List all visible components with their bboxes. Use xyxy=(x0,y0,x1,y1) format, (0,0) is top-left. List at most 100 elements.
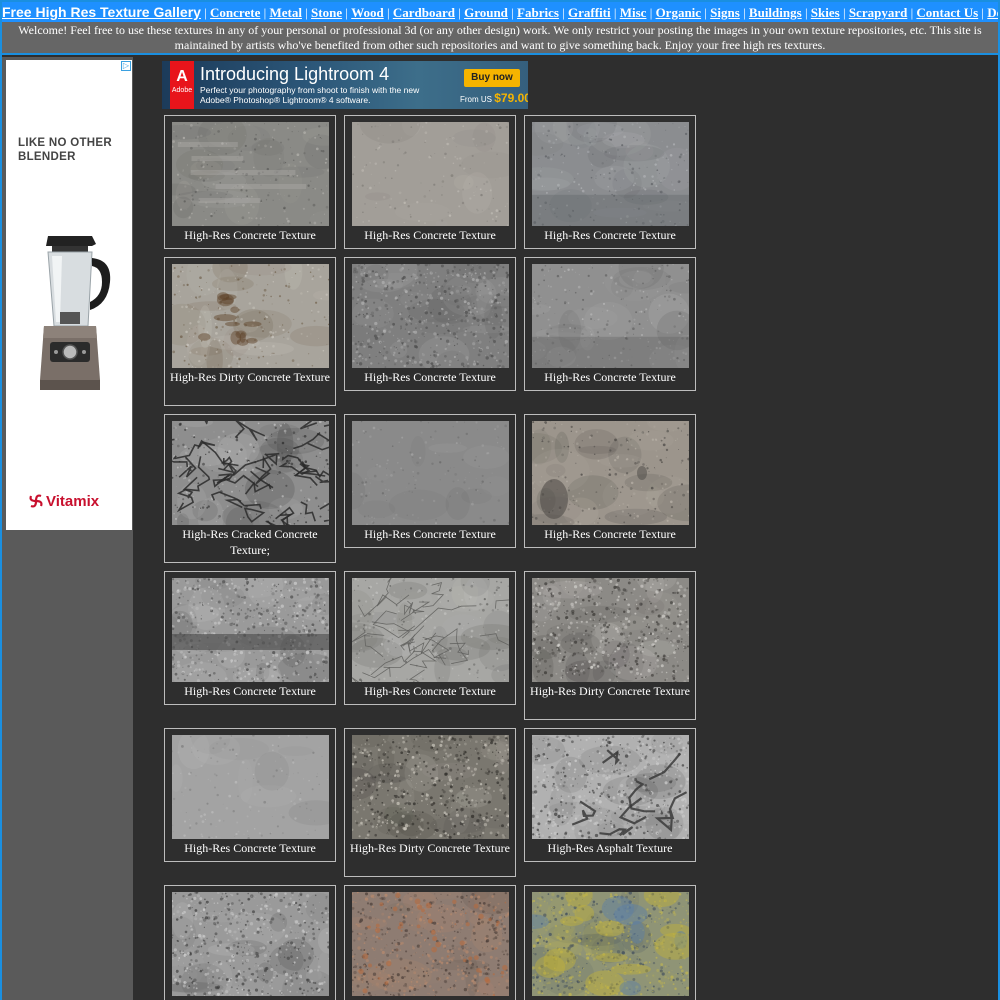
texture-card[interactable]: High-Res Concrete Texture xyxy=(344,414,516,548)
nav-link-concrete[interactable]: Concrete xyxy=(210,5,260,20)
nav-separator: | xyxy=(613,5,617,20)
blender-product-image xyxy=(40,236,111,390)
texture-card[interactable]: High-Res Dirty Concrete Texture xyxy=(344,728,516,877)
texture-thumbnail[interactable] xyxy=(172,421,329,525)
texture-card[interactable]: High-Res Concrete Texture xyxy=(344,885,516,1000)
texture-thumbnail[interactable] xyxy=(532,122,689,226)
texture-thumbnail-image xyxy=(532,735,689,839)
nav-link-ground[interactable]: Ground xyxy=(464,5,508,20)
nav-link-misc[interactable]: Misc xyxy=(620,5,647,20)
texture-thumbnail-image xyxy=(532,578,689,682)
texture-thumbnail[interactable] xyxy=(352,892,509,996)
texture-thumbnail[interactable] xyxy=(352,421,509,525)
adchoices-icon[interactable]: ▷ xyxy=(121,61,131,71)
texture-thumbnail[interactable] xyxy=(172,735,329,839)
texture-thumbnail-image xyxy=(532,122,689,226)
texture-caption[interactable]: High-Res Concrete Texture xyxy=(527,527,693,543)
nav-link-scrapyard[interactable]: Scrapyard xyxy=(849,5,908,20)
nav-separator: | xyxy=(345,5,348,20)
texture-caption[interactable]: High-Res Concrete Texture xyxy=(347,527,513,543)
texture-card[interactable]: High-Res Concrete Texture xyxy=(344,571,516,705)
texture-caption[interactable]: High-Res Concrete Texture xyxy=(167,228,333,244)
price-value: $79.00 xyxy=(494,91,528,105)
texture-card[interactable]: High-Res Dirty Concrete Texture xyxy=(164,257,336,406)
texture-thumbnail[interactable] xyxy=(532,892,689,996)
texture-card[interactable]: High-Res Concrete Texture xyxy=(164,728,336,862)
texture-caption[interactable]: High-Res Concrete Texture xyxy=(527,370,693,386)
nav-link-cardboard[interactable]: Cardboard xyxy=(393,5,455,20)
texture-card[interactable]: High-Res Dirty Concrete Texture xyxy=(524,571,696,720)
nav-separator: | xyxy=(981,5,985,20)
banner-title: Introducing Lightroom 4 xyxy=(200,64,390,84)
welcome-message: Welcome! Feel free to use these textures… xyxy=(2,22,998,55)
nav-separator: | xyxy=(562,5,565,20)
texture-thumbnail[interactable] xyxy=(532,578,689,682)
price-prefix: From US xyxy=(460,95,492,104)
nav-link-stone[interactable]: Stone xyxy=(311,5,342,20)
texture-thumbnail-image xyxy=(352,122,509,226)
texture-thumbnail[interactable] xyxy=(352,578,509,682)
texture-thumbnail[interactable] xyxy=(172,122,329,226)
nav-link-organic[interactable]: Organic xyxy=(656,5,702,20)
nav-separator: | xyxy=(204,5,207,20)
nav-link-wood[interactable]: Wood xyxy=(351,5,384,20)
texture-caption[interactable]: High-Res Concrete Texture xyxy=(527,228,693,244)
nav-separator: | xyxy=(704,5,707,20)
nav-link-graffiti[interactable]: Graffiti xyxy=(568,5,611,20)
banner-price: From US $79.00 xyxy=(460,91,528,107)
texture-thumbnail[interactable] xyxy=(352,122,509,226)
nav-separator: | xyxy=(305,5,308,20)
texture-caption[interactable]: High-Res Concrete Texture xyxy=(167,841,333,857)
texture-card[interactable]: High-Res Concrete Texture xyxy=(524,414,696,548)
texture-caption[interactable]: High-Res Concrete Texture xyxy=(347,228,513,244)
nav-separator: | xyxy=(649,5,653,20)
texture-caption[interactable]: High-Res Concrete Texture xyxy=(347,370,513,386)
texture-thumbnail[interactable] xyxy=(532,264,689,368)
nav-link-donate[interactable]: Donate xyxy=(987,5,998,20)
lightroom-banner-ad[interactable]: A Adobe Introducing Lightroom 4 Perfect … xyxy=(162,61,528,109)
texture-card[interactable]: High-Res Dirty Concrete Texture xyxy=(524,885,696,1000)
texture-thumbnail[interactable] xyxy=(172,892,329,996)
nav-link-metal[interactable]: Metal xyxy=(269,5,301,20)
texture-thumbnail[interactable] xyxy=(172,578,329,682)
buy-now-button[interactable]: Buy now xyxy=(464,69,520,87)
texture-caption[interactable]: High-Res Concrete Texture xyxy=(347,684,513,700)
texture-caption[interactable]: High-Res Cracked Concrete Texture; xyxy=(167,527,333,558)
nav-link-signs[interactable]: Signs xyxy=(710,5,740,20)
nav-link-contact-us[interactable]: Contact Us xyxy=(916,5,978,20)
left-sidebar: ▷ LIKE NO OTHER BLENDER Vitamix xyxy=(2,57,133,1000)
texture-card[interactable]: High-Res Concrete Texture xyxy=(524,115,696,249)
texture-card[interactable]: High-Res Asphalt Texture xyxy=(524,728,696,862)
texture-thumbnail-image xyxy=(532,264,689,368)
nav-link-fabrics[interactable]: Fabrics xyxy=(517,5,559,20)
texture-thumbnail-image xyxy=(172,735,329,839)
texture-thumbnail[interactable] xyxy=(532,735,689,839)
texture-caption[interactable]: High-Res Dirty Concrete Texture xyxy=(527,684,693,700)
nav-separator: | xyxy=(458,5,461,20)
nav-separator: | xyxy=(842,5,846,20)
texture-thumbnail[interactable] xyxy=(532,421,689,525)
texture-caption[interactable]: High-Res Concrete Texture xyxy=(167,684,333,700)
sidebar-advertisement[interactable]: ▷ LIKE NO OTHER BLENDER Vitamix xyxy=(6,60,132,530)
texture-thumbnail-image xyxy=(352,421,509,525)
texture-thumbnail-image xyxy=(532,421,689,525)
texture-card[interactable]: High-Res Cracked Concrete Texture; xyxy=(164,414,336,563)
texture-card[interactable]: High-Res Concrete Texture xyxy=(344,115,516,249)
nav-link-buildings[interactable]: Buildings xyxy=(749,5,802,20)
texture-caption[interactable]: High-Res Asphalt Texture xyxy=(527,841,693,857)
texture-thumbnail-image xyxy=(172,421,329,525)
texture-caption[interactable]: High-Res Dirty Concrete Texture xyxy=(167,370,333,386)
texture-thumbnail[interactable] xyxy=(172,264,329,368)
texture-card[interactable]: High-Res Concrete Texture xyxy=(344,257,516,391)
nav-separator: | xyxy=(804,5,808,20)
nav-brand-link[interactable]: Free High Res Texture Gallery xyxy=(2,4,201,20)
texture-card[interactable]: High-Res Concrete Texture xyxy=(164,571,336,705)
texture-thumbnail[interactable] xyxy=(352,264,509,368)
texture-card[interactable]: High-Res Concrete Texture xyxy=(164,115,336,249)
texture-card[interactable]: High-Res Dirty Concrete Texture xyxy=(164,885,336,1000)
texture-caption[interactable]: High-Res Dirty Concrete Texture xyxy=(347,841,513,857)
nav-link-skies[interactable]: Skies xyxy=(811,5,840,20)
texture-thumbnail[interactable] xyxy=(352,735,509,839)
vitamix-swirl-icon xyxy=(29,494,43,508)
texture-card[interactable]: High-Res Concrete Texture xyxy=(524,257,696,391)
